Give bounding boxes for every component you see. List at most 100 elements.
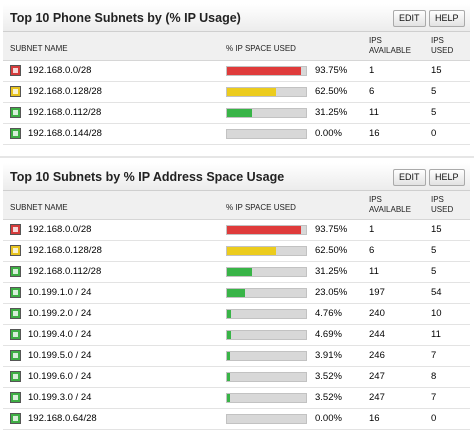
table-row[interactable]: 192.168.0.128/28 62.50% 6 5 (3, 82, 470, 103)
ips-available: 247 (369, 371, 385, 382)
table-row[interactable]: 10.199.5.0 / 24 3.91% 246 7 (3, 346, 470, 367)
subnet-name[interactable]: 192.168.0.0/28 (28, 220, 91, 240)
usage-bar (226, 87, 307, 97)
usage-bar-fill (227, 352, 231, 360)
subnet-name[interactable]: 10.199.3.0 / 24 (28, 388, 91, 408)
usage-percent: 0.00% (315, 413, 342, 424)
ips-available: 16 (369, 413, 380, 424)
usage-percent: 93.75% (315, 224, 348, 235)
subnet-name[interactable]: 10.199.2.0 / 24 (28, 304, 91, 324)
ips-available: 6 (369, 86, 375, 97)
col-subnet-name: SUBNET NAME (10, 44, 68, 53)
subnet-status-icon (10, 107, 21, 118)
usage-percent: 62.50% (315, 245, 348, 256)
ips-used: 54 (431, 287, 442, 298)
usage-bar-fill (227, 310, 231, 318)
subnet-status-icon (10, 413, 21, 424)
subnet-status-icon (10, 224, 21, 235)
ips-used: 11 (431, 329, 441, 340)
col-ip-space-used: % IP SPACE USED (226, 203, 296, 212)
subnet-status-icon (10, 287, 21, 298)
usage-percent: 31.25% (315, 107, 348, 118)
usage-bar (226, 225, 307, 235)
subnet-name[interactable]: 192.168.0.128/28 (28, 241, 102, 261)
usage-bar-fill (227, 394, 230, 402)
ips-available: 1 (369, 65, 375, 76)
usage-percent: 93.75% (315, 65, 348, 76)
widget-header: Top 10 Phone Subnets by (% IP Usage) EDI… (3, 4, 470, 32)
usage-bar (226, 246, 307, 256)
ips-used: 5 (431, 107, 437, 118)
subnet-name[interactable]: 10.199.1.0 / 24 (28, 283, 91, 303)
usage-bar-fill (227, 67, 302, 75)
usage-percent: 3.52% (315, 392, 342, 403)
col-ips-available: IPS (369, 36, 382, 45)
subnet-name[interactable]: 192.168.0.112/28 (28, 262, 101, 282)
usage-bar-fill (227, 331, 231, 339)
subnet-status-icon (10, 371, 21, 382)
subnet-table: 192.168.0.0/28 93.75% 1 1 5 192.168.0.128/28 6… (3, 61, 470, 145)
table-row[interactable]: 10.199.6.0 / 24 3.52% 247 8 (3, 367, 470, 388)
usage-bar-fill (227, 226, 302, 234)
subnet-status-icon (10, 266, 21, 277)
table-row[interactable]: 192.168.0.64/28 0.00% 16 0 (3, 409, 470, 430)
subnet-name[interactable]: 10.199.4.0 / 24 (28, 325, 91, 345)
help-button[interactable]: HELP (429, 169, 465, 186)
subnet-status-icon (10, 308, 21, 319)
table-row[interactable]: 192.168.0.144/28 0.00% 16 0 (3, 124, 470, 145)
table-row[interactable]: 10.199.2.0 / 24 4.76% 240 10 (3, 304, 470, 325)
subnet-name[interactable]: 192.168.0.128/28 (28, 82, 102, 102)
subnet-table: 192.168.0.0/28 93.75% 1 1 5 192.168.0.128/28 6… (3, 220, 470, 430)
table-row[interactable]: 192.168.0.0/28 93.75% 1 15 (3, 220, 470, 241)
usage-percent: 0.00% (315, 128, 342, 139)
ips-used: 5 (431, 245, 437, 256)
ips-available: 247 (369, 392, 385, 403)
column-headers: SUBNET NAME % IP SPACE USED IPS AVAILABL… (3, 32, 470, 61)
table-row[interactable]: 10.199.1.0 / 24 23.05% 197 54 (3, 283, 470, 304)
usage-percent: 3.52% (315, 371, 342, 382)
subnet-name[interactable]: 192.168.0.0/28 (28, 61, 91, 81)
col-subnet-name: SUBNET NAME (10, 203, 68, 212)
subnet-status-icon (10, 86, 21, 97)
subnet-name[interactable]: 192.168.0.112/28 (28, 103, 101, 123)
subnet-name[interactable]: 192.168.0.64/28 (28, 409, 97, 429)
subnet-name[interactable]: 192.168.0.144/28 (28, 124, 102, 144)
ips-used: 8 (431, 371, 437, 382)
usage-bar (226, 414, 307, 424)
col-ips-available: IPS (369, 195, 382, 204)
ips-available: 11 (369, 107, 379, 118)
table-row[interactable]: 192.168.0.128/28 62.50% 6 5 (3, 241, 470, 262)
usage-bar-fill (227, 247, 277, 255)
usage-bar (226, 330, 307, 340)
table-row[interactable]: 192.168.0.0/28 93.75% 1 15 (3, 61, 470, 82)
usage-percent: 23.05% (315, 287, 348, 298)
ips-used: 0 (431, 128, 437, 139)
usage-percent: 4.76% (315, 308, 342, 319)
col-ip-space-used: % IP SPACE USED (226, 44, 296, 53)
ips-used: 5 (431, 266, 437, 277)
edit-button[interactable]: EDIT (393, 10, 426, 27)
usage-percent: 3.91% (315, 350, 342, 361)
ips-used: 7 (431, 350, 437, 361)
ips-available: 240 (369, 308, 385, 319)
table-row[interactable]: 192.168.0.112/28 31.25% 11 5 (3, 262, 470, 283)
table-row[interactable]: 192.168.0.112/28 31.25% 11 5 (3, 103, 470, 124)
usage-bar-fill (227, 373, 230, 381)
ip-space-subnets-widget: Top 10 Subnets by % IP Address Space Usa… (3, 163, 470, 430)
widget-title: Top 10 Phone Subnets by (% IP Usage) (10, 11, 241, 25)
help-button[interactable]: HELP (429, 10, 465, 27)
table-row[interactable]: 10.199.3.0 / 24 3.52% 247 7 (3, 388, 470, 409)
column-headers: SUBNET NAME % IP SPACE USED IPS AVAILABL… (3, 191, 470, 220)
col-ips-used: IPS (431, 36, 444, 45)
ips-available: 6 (369, 245, 375, 256)
col-ips-used: IPS (431, 195, 444, 204)
edit-button[interactable]: EDIT (393, 169, 426, 186)
table-row[interactable]: 10.199.4.0 / 24 4.69% 244 11 (3, 325, 470, 346)
subnet-name[interactable]: 10.199.5.0 / 24 (28, 346, 91, 366)
ips-available: 246 (369, 350, 385, 361)
usage-bar-fill (227, 88, 277, 96)
subnet-name[interactable]: 10.199.6.0 / 24 (28, 367, 91, 387)
ips-available: 244 (369, 329, 385, 340)
usage-bar-fill (227, 289, 246, 297)
usage-percent: 4.69% (315, 329, 342, 340)
